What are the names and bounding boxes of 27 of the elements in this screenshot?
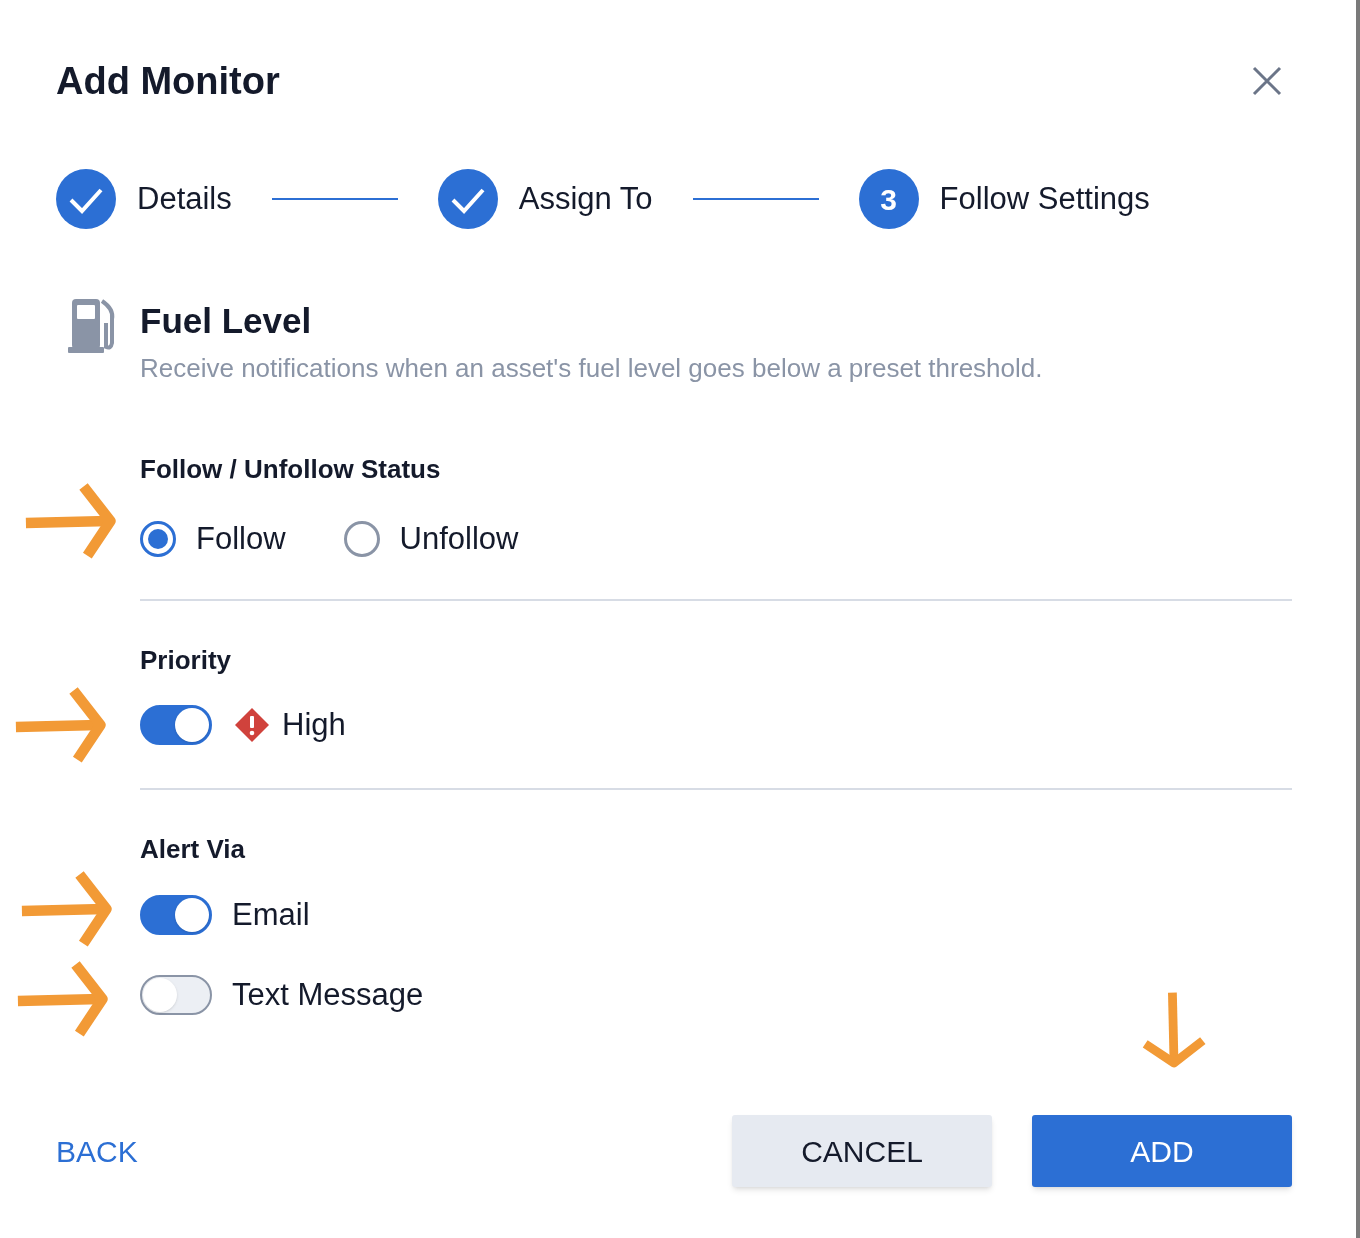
step-label: Assign To	[518, 179, 653, 218]
step-check-icon	[56, 169, 116, 229]
monitor-title: Fuel Level	[140, 300, 313, 342]
back-button[interactable]: BACK	[56, 1128, 138, 1174]
toggle-switch[interactable]	[140, 975, 212, 1015]
priority-label: High	[282, 705, 346, 744]
section-heading: Priority	[140, 644, 233, 677]
toggle-label: Email	[232, 895, 310, 934]
toggle-switch[interactable]	[140, 705, 212, 745]
section-heading: Alert Via	[140, 833, 246, 866]
monitor-description: Receive notifications when an asset's fuel level goes below a preset threshold.	[140, 352, 1043, 385]
close-icon[interactable]	[1252, 66, 1282, 96]
step-label: Follow Settings	[939, 179, 1150, 218]
add-button[interactable]: ADD	[1032, 1115, 1292, 1187]
dialog-title: Add Monitor	[56, 58, 280, 104]
radio-button[interactable]	[140, 521, 176, 557]
radio-label: Follow	[196, 519, 286, 558]
cancel-button[interactable]: CANCEL	[732, 1115, 992, 1187]
radio-button[interactable]	[343, 521, 380, 557]
toggle-switch[interactable]	[140, 895, 212, 935]
step-check-icon	[437, 169, 498, 229]
warning-diamond-icon	[234, 707, 270, 743]
step-label: Details	[137, 179, 232, 218]
toggle-label: Text Message	[232, 975, 424, 1014]
section-heading: Follow / Unfollow Status	[140, 453, 442, 486]
radio-label: Unfollow	[399, 519, 519, 558]
step-number: 3	[858, 169, 919, 229]
